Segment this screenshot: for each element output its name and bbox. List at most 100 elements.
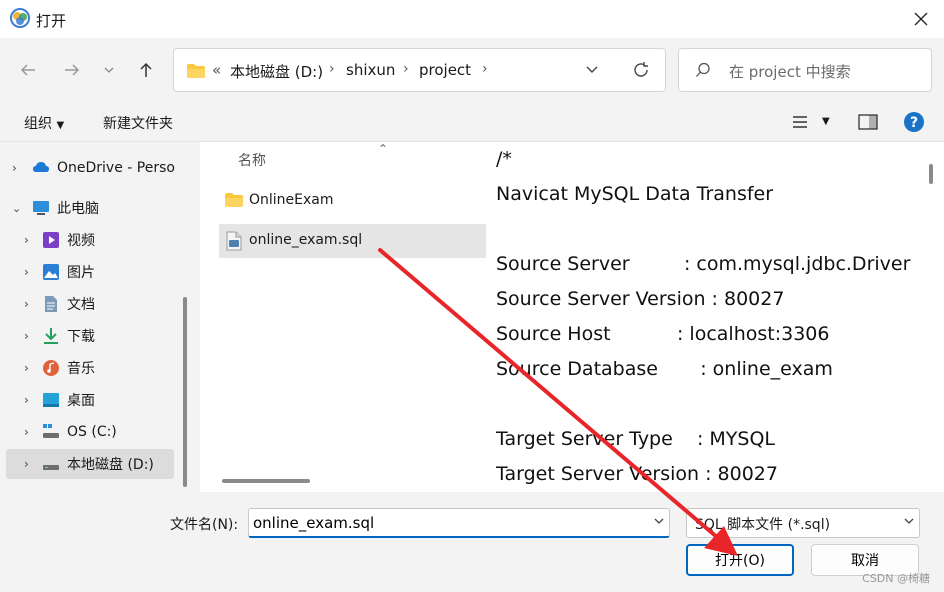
chevron-down-icon[interactable] [902,514,916,528]
preview-scrollbar[interactable] [929,164,933,184]
sidebar-item-label: 图片 [67,265,95,281]
sidebar-item-label: 视频 [67,233,95,249]
filename-input[interactable] [248,508,670,538]
search-icon [696,62,710,77]
filename-label: 文件名(N): [170,517,239,533]
file-name: online_exam.sql [249,232,363,248]
search-box[interactable]: 在 project 中搜索 [678,48,932,92]
chevron-right-icon[interactable]: › [24,361,29,375]
preview-pane-icon[interactable] [858,114,878,130]
chevron-right-icon[interactable]: › [24,265,29,279]
up-button[interactable] [132,56,160,84]
recent-locations-button[interactable] [96,56,122,84]
desktop-icon [43,393,59,407]
watermark: CSDN @椅糖 [862,572,930,585]
sidebar-item-videos[interactable]: › 视频 [0,225,175,255]
sidebar-item-onedrive[interactable]: › OneDrive - Perso [0,153,175,183]
filetype-select[interactable]: SQL 脚本文件 (*.sql) [686,508,920,538]
music-icon [43,360,59,376]
sidebar-item-drive-c[interactable]: › OS (C:) [0,417,175,447]
window-title: 打开 [36,12,67,30]
caret-down-icon: ▼ [56,120,65,131]
video-icon [43,232,59,248]
chevron-down-icon[interactable] [584,61,600,77]
computer-icon [33,201,49,215]
filetype-value: SQL 脚本文件 (*.sql) [695,517,831,533]
sidebar-item-label: 下载 [67,329,95,345]
app-icon [10,8,30,28]
dialog-footer: 文件名(N): SQL 脚本文件 (*.sql) 打开(O) 取消 CSDN @… [0,492,944,592]
sidebar-scrollbar[interactable] [183,297,187,487]
breadcrumb-separator[interactable]: › [403,61,409,77]
column-header-name[interactable]: 名称 [238,150,266,170]
svg-text:?: ? [910,115,918,131]
chevron-right-icon[interactable]: › [24,425,29,439]
search-placeholder[interactable]: 在 project 中搜索 [729,61,851,82]
arrow-right-icon [65,64,80,76]
drive-icon [43,465,59,470]
preview-line: Target Server Type : MYSQL [496,428,776,450]
sidebar-item-label: 音乐 [67,361,95,377]
sidebar-item-label: 文档 [67,297,95,313]
file-row-online-exam-sql[interactable]: online_exam.sql [219,224,486,258]
command-bar: 组织 ▼ 新建文件夹 ▼ ? [0,102,944,142]
breadcrumb-separator[interactable]: › [482,61,488,77]
chevron-right-icon[interactable]: › [12,161,17,175]
open-button[interactable]: 打开(O) [686,544,794,576]
close-button[interactable] [898,0,944,38]
sidebar-item-label: 此电脑 [57,201,99,217]
view-options-caret-icon[interactable]: ▼ [822,116,830,127]
sidebar-item-label: OS (C:) [67,424,117,440]
sidebar-item-this-pc[interactable]: ⌄ 此电脑 [0,193,175,223]
breadcrumb-overflow[interactable]: « [212,61,221,79]
refresh-icon[interactable] [632,61,650,79]
sql-file-icon [226,231,242,251]
new-folder-button[interactable]: 新建文件夹 [103,113,173,133]
sidebar-item-drive-d[interactable]: › 本地磁盘 (D:) [6,449,174,479]
document-icon [45,296,57,312]
arrow-left-icon [20,64,35,76]
chevron-right-icon[interactable]: › [24,329,29,343]
preview-line: /* [496,148,512,170]
breadcrumb-shixun[interactable]: shixun [346,61,395,79]
close-icon [914,12,928,26]
sidebar-item-label: 本地磁盘 (D:) [67,457,154,473]
chevron-right-icon[interactable]: › [24,393,29,407]
help-icon[interactable]: ? [903,111,925,133]
chevron-right-icon[interactable]: › [24,297,29,311]
sidebar-item-desktop[interactable]: › 桌面 [0,385,175,415]
chevron-right-icon[interactable]: › [24,233,29,247]
sort-ascending-icon: ⌃ [378,142,389,156]
folder-icon [225,193,243,207]
file-list-scrollbar[interactable] [222,479,310,483]
chevron-down-icon [104,67,114,73]
preview-line: Target Server Version : 80027 [496,463,778,485]
preview-line: Navicat MySQL Data Transfer [496,183,774,205]
breadcrumb-project[interactable]: project [419,61,471,79]
chevron-down-icon[interactable] [652,514,666,528]
breadcrumb-drive-d[interactable]: 本地磁盘 (D:) [230,61,323,82]
file-row-onlineexam[interactable]: OnlineExam [219,184,486,218]
address-bar[interactable]: « 本地磁盘 (D:) › shixun › project › [173,48,666,92]
preview-line: Source Database : online_exam [496,358,833,380]
sidebar-item-label: OneDrive - Perso [57,160,175,176]
view-list-icon[interactable] [792,115,808,129]
arrow-up-icon [140,62,152,77]
navigation-bar: « 本地磁盘 (D:) › shixun › project › 在 proje… [0,38,944,102]
chevron-right-icon[interactable]: › [24,457,29,471]
sidebar-item-downloads[interactable]: › 下载 [0,321,175,351]
title-bar: 打开 [0,0,944,38]
organize-menu[interactable]: 组织 ▼ [24,113,64,133]
organize-label: 组织 [24,116,52,132]
drive-icon [43,424,59,438]
navigation-pane: › OneDrive - Perso ⌄ 此电脑 › 视频 › 图片 › 文档 … [0,142,192,492]
sidebar-item-documents[interactable]: › 文档 [0,289,175,319]
sidebar-item-pictures[interactable]: › 图片 [0,257,175,287]
folder-icon [187,64,205,78]
download-icon [44,328,58,344]
breadcrumb-separator[interactable]: › [329,61,335,77]
back-button[interactable] [14,56,42,84]
sidebar-item-music[interactable]: › 音乐 [0,353,175,383]
forward-button[interactable] [58,56,86,84]
chevron-down-icon[interactable]: ⌄ [12,202,21,215]
